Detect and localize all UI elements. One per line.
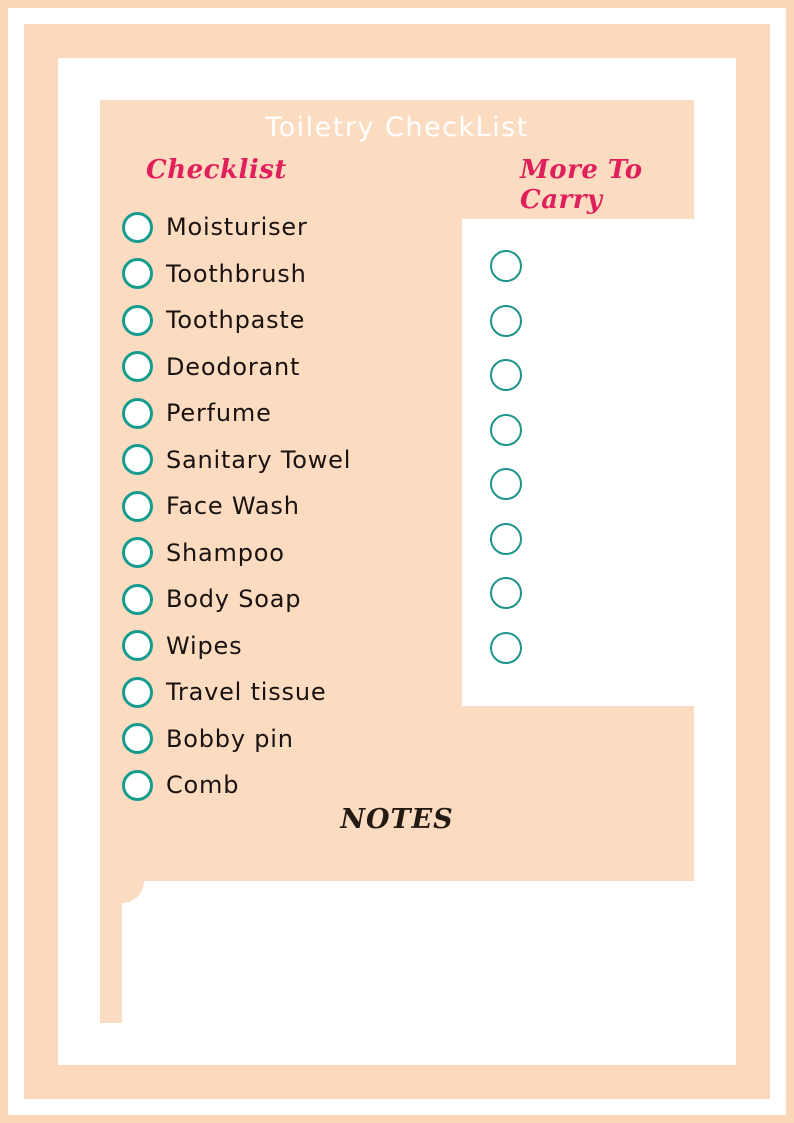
frame-outer-white-band: Toiletry CheckList Checklist More To Car…: [8, 8, 786, 1115]
circle-outline-icon[interactable]: [122, 304, 153, 336]
checklist-row[interactable]: Bobby pin: [122, 716, 452, 763]
checklist-item-label: Deodorant: [166, 352, 301, 381]
frame-peach-band: Toiletry CheckList Checklist More To Car…: [24, 24, 770, 1099]
checklist-item-label: Toothbrush: [166, 259, 307, 288]
circle-outline-icon[interactable]: [122, 490, 153, 522]
page-content: Toiletry CheckList Checklist More To Car…: [100, 100, 694, 1023]
more-to-carry-row[interactable]: [490, 577, 522, 609]
more-to-carry-row[interactable]: [490, 468, 522, 500]
frame-inner-white-band: Toiletry CheckList Checklist More To Car…: [58, 58, 736, 1065]
circle-outline-icon[interactable]: [122, 397, 153, 429]
checklist-row[interactable]: Comb: [122, 762, 452, 809]
printable-page: Toiletry CheckList Checklist More To Car…: [0, 0, 794, 1123]
circle-outline-icon[interactable]: [122, 351, 153, 383]
checklist-item-label: Body Soap: [166, 585, 302, 614]
circle-outline-icon[interactable]: [122, 769, 153, 801]
page-title: Toiletry CheckList: [265, 112, 529, 143]
checklist-row[interactable]: Shampoo: [122, 530, 452, 577]
checklist-row[interactable]: Travel tissue: [122, 669, 452, 716]
more-to-carry-card[interactable]: [462, 219, 694, 706]
more-to-carry-row[interactable]: [490, 413, 522, 446]
checklist-row[interactable]: Moisturiser: [122, 204, 452, 251]
circle-outline-icon[interactable]: [490, 468, 522, 500]
checklist-item-label: Face Wash: [166, 492, 300, 521]
circle-outline-icon[interactable]: [490, 631, 522, 664]
checklist-row[interactable]: Toothbrush: [122, 251, 452, 298]
checklist-item-label: Wipes: [166, 631, 243, 660]
more-to-carry-row[interactable]: [490, 359, 522, 391]
checklist-heading: Checklist: [146, 155, 287, 185]
checklist-items: Moisturiser Toothbrush Toothpaste Deodorant…: [122, 204, 452, 809]
checklist-row[interactable]: Toothpaste: [122, 297, 452, 344]
circle-outline-icon[interactable]: [490, 250, 522, 282]
circle-outline-icon[interactable]: [490, 359, 522, 391]
circle-outline-icon[interactable]: [122, 258, 153, 290]
circle-outline-icon[interactable]: [490, 577, 522, 609]
circle-outline-icon[interactable]: [122, 211, 153, 243]
more-to-carry-row[interactable]: [490, 522, 522, 555]
circle-outline-icon[interactable]: [122, 444, 153, 476]
checklist-item-label: Shampoo: [166, 538, 285, 567]
notes-corner-top-left: [122, 881, 144, 903]
more-to-carry-heading: More To Carry: [520, 155, 643, 215]
circle-outline-icon[interactable]: [122, 676, 153, 708]
circle-outline-icon[interactable]: [122, 537, 153, 569]
circle-outline-icon[interactable]: [490, 304, 522, 337]
more-to-carry-row[interactable]: [490, 304, 522, 337]
checklist-item-label: Sanitary Towel: [166, 445, 352, 474]
circle-outline-icon[interactable]: [490, 413, 522, 446]
more-to-carry-row[interactable]: [490, 631, 522, 664]
more-to-carry-row[interactable]: [490, 250, 522, 282]
checklist-item-label: Perfume: [166, 399, 272, 428]
checklist-row[interactable]: Perfume: [122, 390, 452, 437]
circle-outline-icon[interactable]: [122, 630, 153, 662]
checklist-row[interactable]: Face Wash: [122, 483, 452, 530]
checklist-row[interactable]: Wipes: [122, 623, 452, 670]
notes-heading: NOTES: [340, 804, 454, 835]
circle-outline-icon[interactable]: [122, 723, 153, 755]
circle-outline-icon[interactable]: [490, 522, 522, 555]
checklist-item-label: Bobby pin: [166, 724, 294, 753]
notes-input-area[interactable]: [122, 881, 694, 1023]
checklist-row[interactable]: Deodorant: [122, 344, 452, 391]
checklist-row[interactable]: Body Soap: [122, 576, 452, 623]
checklist-item-label: Toothpaste: [166, 306, 306, 335]
checklist-item-label: Travel tissue: [166, 678, 327, 707]
checklist-item-label: Moisturiser: [166, 213, 308, 242]
checklist-item-label: Comb: [166, 771, 240, 800]
circle-outline-icon[interactable]: [122, 583, 153, 615]
checklist-row[interactable]: Sanitary Towel: [122, 437, 452, 484]
